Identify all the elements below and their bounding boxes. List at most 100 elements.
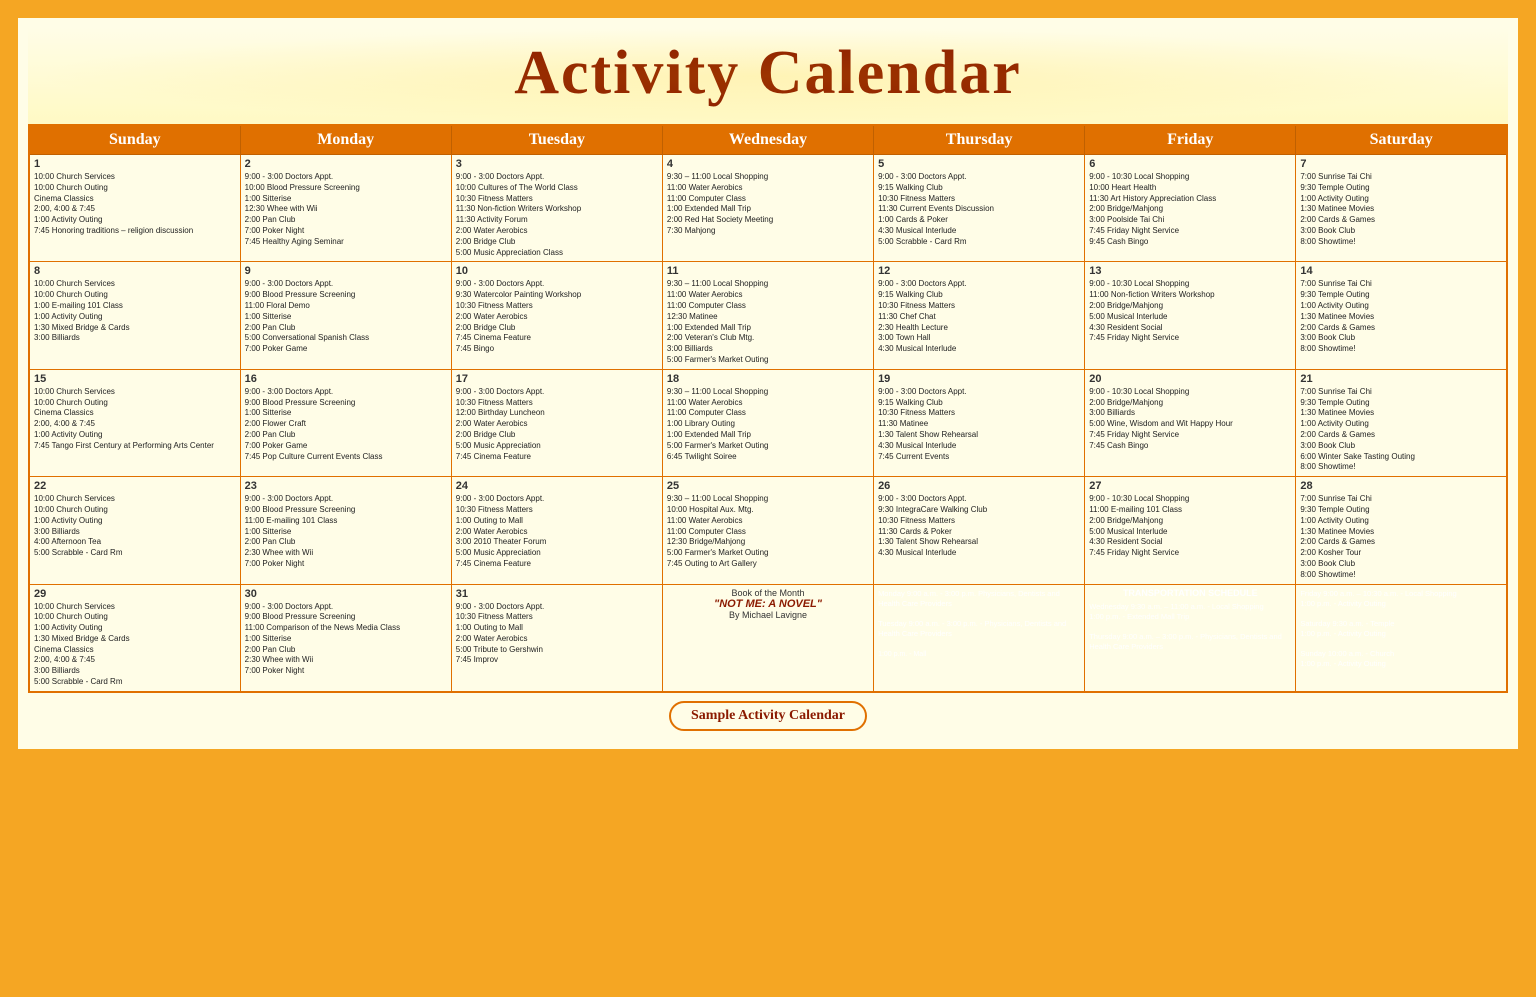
event-item: 7:45 Tango First Century at Performing A… [34,441,236,452]
event-item: 11:00 Water Aerobics [667,398,869,409]
event-item: 7:00 Poker Night [245,666,447,677]
event-item: 11:00 Floral Demo [245,301,447,312]
event-item: 9:00 Blood Pressure Screening [245,290,447,301]
event-item: 7:00 Sunrise Tai Chi [1300,494,1502,505]
table-cell: 59:00 - 3:00 Doctors Appt.9:15 Walking C… [874,155,1085,262]
cell-events: 7:00 Sunrise Tai Chi9:30 Temple Outing1:… [1300,172,1502,248]
event-item: 5:00 Music Appreciation [456,441,658,452]
cell-events: 7:00 Sunrise Tai Chi9:30 Temple Outing 1:… [1300,494,1502,580]
table-cell: 8 10:00 Church Services10:00 Church Outin… [29,262,240,369]
event-item: 10:00 Blood Pressure Screening [245,183,447,194]
event-item: 9:30 Temple Outing [1300,398,1502,409]
event-item: 1:00 Extended Mall Trip [667,323,869,334]
event-item: 9:00 - 3:00 Doctors Appt. [245,602,447,613]
event-item: 9:15 Walking Club [878,290,1080,301]
table-cell: 29:00 - 3:00 Doctors Appt.10:00 Blood Pr… [240,155,451,262]
event-item: 7:45 Friday Night Service [1089,333,1291,344]
event-item: 7:45 Bingo [456,344,658,355]
table-cell: 27 9:00 - 10:30 Local Shopping11:00 E-mai… [1085,477,1296,584]
event-item: 11:00 Computer Class [667,194,869,205]
day-header-tuesday: Tuesday [451,125,662,155]
event-item: 3:00 2010 Theater Forum [456,537,658,548]
event-item: 3:00 Book Club [1300,226,1502,237]
footer-area: Sample Activity Calendar [28,693,1508,739]
event-item: 2:00 Pan Club [245,215,447,226]
transport-monday-cell: Monday 9:00 a.m. - 3:00 p.m. Physicians,… [874,584,1085,692]
day-number: 25 [667,480,869,492]
event-item: 3:00 Town Hall [878,333,1080,344]
day-number: 27 [1089,480,1291,492]
event-item: 11:30 Cards & Poker [878,527,1080,538]
cell-events: 9:00 - 3:00 Doctors Appt.10:00 Blood Pre… [245,172,447,248]
event-item: 5:00 Farmer's Market Outing [667,548,869,559]
event-item: 4:30 Musical Interlude [878,441,1080,452]
event-item: 10:30 Fitness Matters [456,194,658,205]
event-item: 2:00 Water Aerobics [456,419,658,430]
day-number: 4 [667,158,869,170]
event-item: 1:00 Activity Outing [34,430,236,441]
day-number: 8 [34,265,236,277]
event-item: 10:00 Church Services [34,172,236,183]
cell-events: 10:00 Church Services10:00 Church Outing… [34,279,236,344]
event-item: 1:30 Matinee Movies [1300,204,1502,215]
event-item: 3:00 Book Club [1300,441,1502,452]
event-item: 3:00 Billiards [34,666,236,677]
table-cell: 319:00 - 3:00 Doctors Appt.10:30 Fitness… [451,584,662,692]
event-item: 5:00 Scrabble - Card Rm [34,677,236,688]
event-item: 1:30 Matinee Movies [1300,527,1502,538]
event-item: 2:00 Water Aerobics [456,226,658,237]
event-item: 2:00 Cards & Games [1300,215,1502,226]
event-item: 11:00 Computer Class [667,408,869,419]
event-item: 9:00 - 10:30 Local Shopping [1089,172,1291,183]
event-item: 4:30 Musical Interlude [878,548,1080,559]
calendar-table: Sunday Monday Tuesday Wednesday Thursday… [28,124,1508,693]
event-item: 5:00 Farmer's Market Outing [667,441,869,452]
event-item: 11:00 Water Aerobics [667,183,869,194]
event-item: 11:00 E-mailing 101 Class [1089,505,1291,516]
event-item: 7:45 Cinema Feature [456,333,658,344]
event-item: 4:00 Afternoon Tea [34,537,236,548]
event-item: 7:45 Cinema Feature [456,559,658,570]
event-item: 6:00 Winter Sake Tasting Outing [1300,452,1502,463]
table-cell: 77:00 Sunrise Tai Chi9:30 Temple Outing1… [1296,155,1507,262]
cell-events: 10:00 Church Services10:00 Church Outing… [34,387,236,452]
event-item: 8:00 Showtime! [1300,462,1502,473]
event-item: 2:30 Health Lecture [878,323,1080,334]
event-item: Cinema Classics [34,408,236,419]
event-item: 2:00 Bridge Club [456,430,658,441]
event-item: 9:00 - 3:00 Doctors Appt. [245,279,447,290]
event-item: 5:00 Wine, Wisdom and Wit Happy Hour [1089,419,1291,430]
event-item: 10:00 Church Outing [34,505,236,516]
event-item: 9:00 - 10:30 Local Shopping [1089,494,1291,505]
transport-title: TRANSPORTATION SCHEDULE [1089,588,1291,598]
day-number: 9 [245,265,447,277]
event-item: 1:00 Sitterise [245,634,447,645]
event-item: 10:00 Church Services [34,602,236,613]
day-number: 20 [1089,373,1291,385]
event-item: 9:00 - 3:00 Doctors Appt. [878,387,1080,398]
event-item: 7:00 Poker Game [245,344,447,355]
event-item: 8:00 Showtime! [1300,344,1502,355]
day-number: 3 [456,158,658,170]
event-item: 9:00 - 3:00 Doctors Appt. [878,172,1080,183]
table-cell: 1510:00 Church Services10:00 Church Outi… [29,369,240,476]
event-item: 2:00 Pan Club [245,537,447,548]
event-item: 9:30 Temple Outing [1300,505,1502,516]
cell-events: 9:00 - 3:00 Doctors Appt.9:00 Blood Pres… [245,387,447,463]
event-item: 10:30 Fitness Matters [456,505,658,516]
table-cell: 139:00 - 10:30 Local Shopping11:00 Non-f… [1085,262,1296,369]
event-item: 2:00 Cards & Games [1300,323,1502,334]
event-item: 2:00 Cards & Games [1300,430,1502,441]
event-item: 9:15 Walking Club [878,398,1080,409]
cell-events: 9:00 - 3:00 Doctors Appt.9:15 Walking Cl… [878,279,1080,355]
event-item: 4:30 Resident Social [1089,537,1291,548]
event-item: 1:00 Extended Mall Trip [667,430,869,441]
event-item: 7:45 Cinema Feature [456,452,658,463]
event-item: 1:30 Talent Show Rehearsal [878,537,1080,548]
event-item: 3:00 Billiards [667,344,869,355]
day-number: 21 [1300,373,1502,385]
event-item: 11:30 Non-fiction Writers Workshop [456,204,658,215]
cell-events: 7:00 Sunrise Tai Chi9:30 Temple Outing1:… [1300,387,1502,473]
event-item: 9:00 Blood Pressure Screening [245,612,447,623]
transport-fri-text: Friday 9:00 a.m. – 10:30 a.m. - Local Sh… [1300,589,1456,668]
